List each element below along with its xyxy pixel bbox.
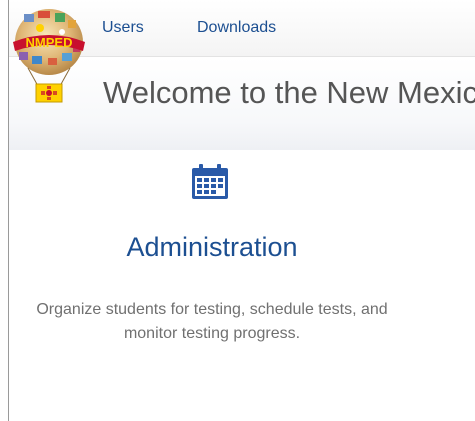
welcome-heading: Welcome to the New Mexico (103, 75, 475, 110)
nav-link-users[interactable]: Users (102, 19, 144, 37)
nav-link-downloads[interactable]: Downloads (197, 19, 276, 37)
calendar-icon[interactable] (191, 164, 229, 200)
app-frame: Users Downloads Welcome to the New Mexic… (0, 0, 475, 421)
logo-text: NMPED (26, 35, 73, 50)
administration-link[interactable]: Administration (0, 232, 424, 263)
nmped-logo[interactable]: NMPED (10, 6, 88, 106)
administration-description: Organize students for testing, schedule … (36, 301, 388, 342)
